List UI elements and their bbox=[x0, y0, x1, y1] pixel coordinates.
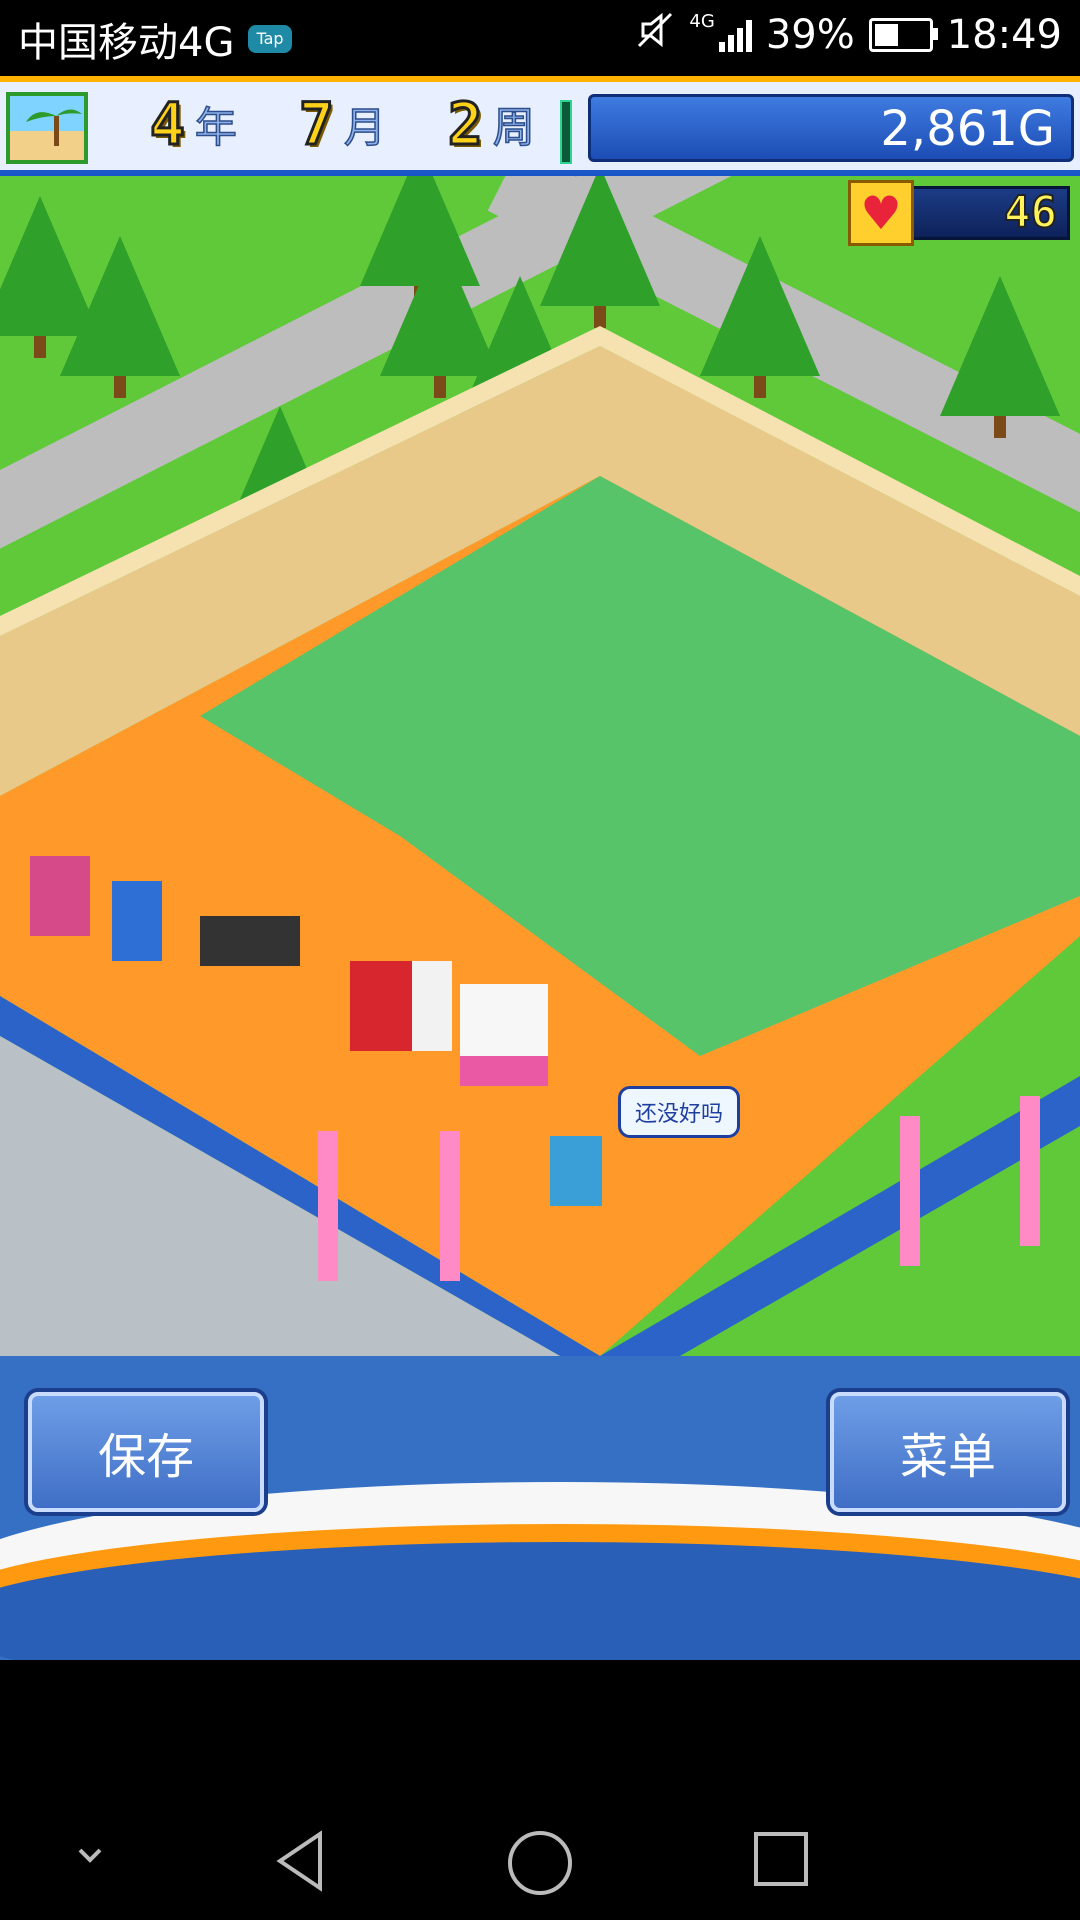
signal-icon bbox=[718, 18, 752, 52]
recents-square-icon[interactable] bbox=[748, 1826, 814, 1892]
week-unit: 周 bbox=[492, 102, 536, 153]
status-bar: 中国移动4G Tap 4G 39% 18:49 bbox=[0, 0, 1080, 76]
navigation-bar bbox=[0, 1790, 1080, 1920]
year-number: 4 bbox=[149, 89, 187, 160]
money-value: 2,861G bbox=[880, 101, 1055, 157]
hearts-counter: 46 ♥ bbox=[848, 180, 1070, 246]
panel-decoration bbox=[0, 1542, 1080, 1660]
back-triangle-icon[interactable] bbox=[268, 1826, 338, 1896]
hud-separator bbox=[560, 100, 572, 164]
beach-icon[interactable] bbox=[6, 92, 88, 164]
battery-percent: 39% bbox=[765, 12, 855, 58]
top-hud: 4 年 7 月 2 周 2,861G bbox=[0, 76, 1080, 176]
carrier-text: 中国移动4G bbox=[18, 20, 235, 66]
year-unit: 年 bbox=[194, 102, 238, 153]
bottom-panel: 保存 菜单 bbox=[0, 1356, 1080, 1660]
save-button[interactable]: 保存 bbox=[28, 1392, 264, 1512]
carrier-group: 中国移动4G Tap bbox=[18, 10, 292, 68]
week-number: 2 bbox=[446, 89, 484, 160]
hearts-bar: 46 bbox=[908, 186, 1070, 240]
money-display: 2,861G bbox=[588, 94, 1074, 162]
month-number: 7 bbox=[297, 89, 335, 160]
battery-icon bbox=[868, 18, 938, 52]
arcade-lot bbox=[0, 326, 1080, 1356]
chevron-down-icon[interactable] bbox=[60, 1826, 120, 1886]
hearts-value: 46 bbox=[1003, 186, 1058, 239]
calendar-date: 4 年 7 月 2 周 bbox=[149, 89, 536, 160]
clock: 18:49 bbox=[946, 12, 1062, 58]
menu-button[interactable]: 菜单 bbox=[830, 1392, 1066, 1512]
heart-icon: ♥ bbox=[848, 180, 914, 246]
speech-bubble: 还没好吗 bbox=[618, 1086, 740, 1138]
game-view[interactable]: 还没好吗 bbox=[0, 176, 1080, 1356]
month-unit: 月 bbox=[343, 102, 387, 153]
status-right: 4G 39% 18:49 bbox=[635, 10, 1062, 60]
network-type: 4G bbox=[689, 10, 715, 32]
mute-icon bbox=[635, 10, 675, 60]
tap-app-icon: Tap bbox=[248, 25, 292, 53]
home-circle-icon[interactable] bbox=[503, 1826, 577, 1900]
